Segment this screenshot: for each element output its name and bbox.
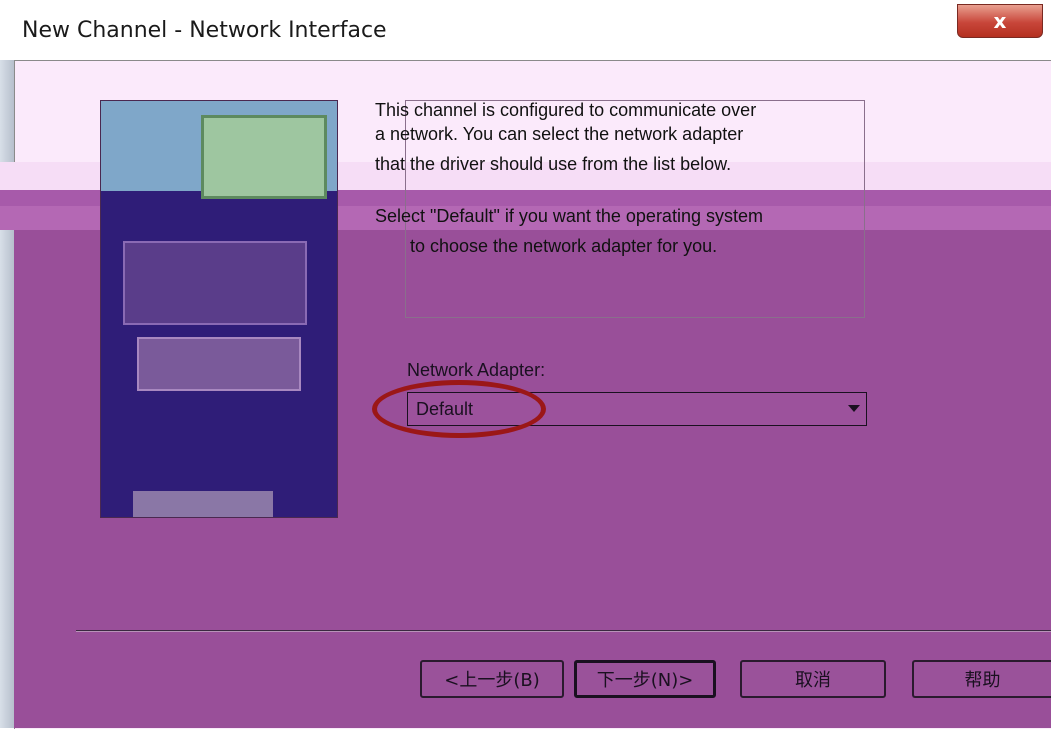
description-line: that the driver should use from the list… [375,154,732,174]
window-frame [0,60,14,728]
network-illustration [100,100,338,518]
help-button[interactable]: 帮助 [912,660,1051,698]
description-line: Select "Default" if you want the operati… [375,206,763,226]
next-button[interactable]: 下一步(N)> [574,660,716,698]
close-button[interactable]: x [957,4,1043,38]
plc-rack-icon [133,491,273,517]
chevron-down-icon[interactable] [848,405,860,412]
description-line: to choose the network adapter for you. [410,236,718,256]
divider [76,630,1051,632]
title-bar: New Channel - Network Interface x [0,0,1051,60]
back-button[interactable]: <上一步(B) [420,660,564,698]
description-line: This channel is configured to communicat… [375,100,757,120]
window-title: New Channel - Network Interface [22,18,387,43]
network-card-icon [201,115,327,199]
computer-base-icon [137,337,301,391]
computer-monitor-icon [123,241,307,325]
highlight-circle-annotation [372,380,546,438]
network-adapter-label: Network Adapter: [407,360,546,380]
description-line: a network. You can select the network ad… [375,124,744,144]
cancel-button[interactable]: 取消 [740,660,886,698]
